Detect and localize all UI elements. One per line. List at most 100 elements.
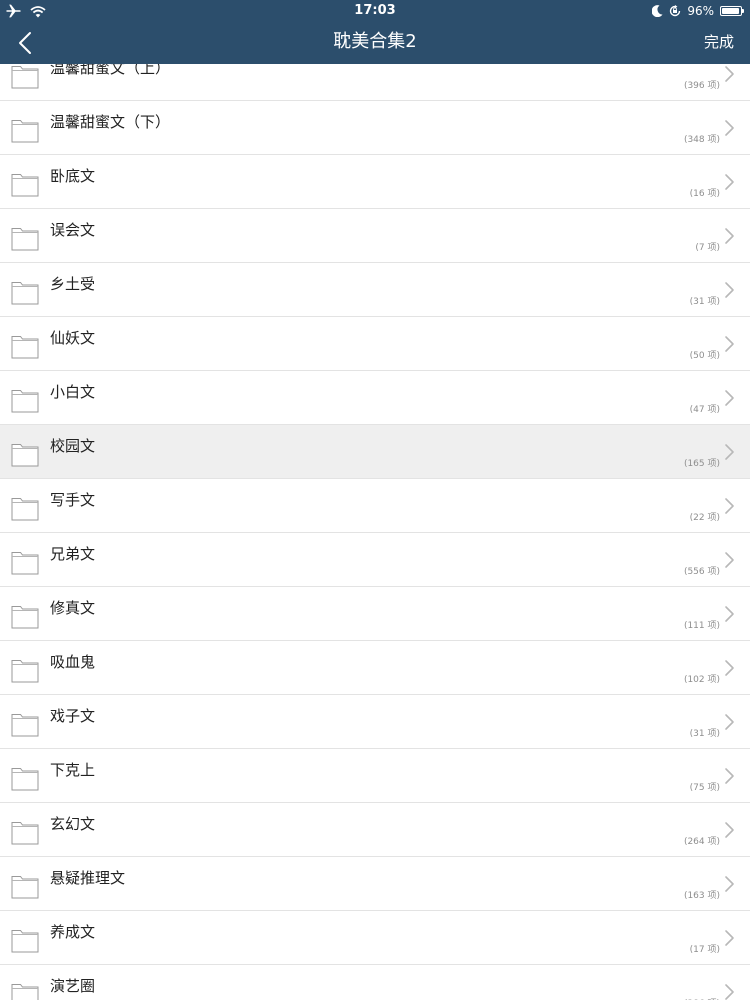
folder-row-9[interactable]: 兄弟文 (556 项): [0, 533, 750, 587]
folder-row-2[interactable]: 卧底文 (16 项): [0, 155, 750, 209]
status-time: 17:03: [354, 3, 396, 18]
page-title: 耽美合集2: [333, 31, 417, 52]
status-right: 96%: [652, 2, 744, 20]
folder-row-17[interactable]: 演艺圈 (286 项): [0, 965, 750, 1000]
chevron-right-icon: [725, 336, 734, 352]
folder-name: 修真文: [50, 599, 96, 617]
battery-percent: 96%: [687, 4, 714, 18]
chevron-right-icon: [725, 228, 734, 244]
folder-icon: [11, 984, 39, 1000]
folder-name: 兄弟文: [50, 545, 96, 563]
folder-row-10[interactable]: 修真文 (111 项): [0, 587, 750, 641]
folder-icon: [11, 606, 39, 629]
folder-icon: [11, 498, 39, 521]
folder-item-count: (47 项): [689, 405, 720, 415]
folder-name: 悬疑推理文: [50, 869, 126, 887]
folder-row-6[interactable]: 小白文 (47 项): [0, 371, 750, 425]
folder-row-1[interactable]: 温馨甜蜜文（下） (348 项): [0, 101, 750, 155]
folder-row-8[interactable]: 写手文 (22 项): [0, 479, 750, 533]
folder-row-4[interactable]: 乡土受 (31 项): [0, 263, 750, 317]
chevron-right-icon: [725, 768, 734, 784]
folder-icon: [11, 930, 39, 953]
chevron-right-icon: [725, 498, 734, 514]
moon-icon: [652, 5, 663, 17]
chevron-right-icon: [725, 282, 734, 298]
chevron-right-icon: [725, 984, 734, 1000]
folder-icon: [11, 714, 39, 737]
folder-icon: [11, 768, 39, 791]
folder-name: 小白文: [50, 383, 96, 401]
folder-item-count: (163 项): [683, 891, 720, 901]
folder-item-count: (264 项): [683, 837, 720, 847]
folder-name: 戏子文: [50, 707, 96, 725]
status-bar: 17:03 96%: [0, 0, 750, 22]
chevron-right-icon: [725, 66, 734, 82]
chevron-right-icon: [725, 822, 734, 838]
folder-row-16[interactable]: 养成文 (17 项): [0, 911, 750, 965]
folder-item-count: (396 项): [683, 81, 720, 91]
folder-row-11[interactable]: 吸血鬼 (102 项): [0, 641, 750, 695]
folder-icon: [11, 228, 39, 251]
folder-icon: [11, 876, 39, 899]
chevron-right-icon: [725, 552, 734, 568]
folder-icon: [11, 336, 39, 359]
chevron-right-icon: [725, 390, 734, 406]
folder-name: 写手文: [50, 491, 96, 509]
chevron-right-icon: [725, 660, 734, 676]
folder-name: 仙妖文: [50, 329, 96, 347]
folder-item-count: (348 项): [683, 135, 720, 145]
folder-item-count: (22 项): [689, 513, 720, 523]
chevron-right-icon: [725, 444, 734, 460]
folder-name: 校园文: [50, 437, 96, 455]
chevron-right-icon: [725, 876, 734, 892]
chevron-right-icon: [725, 174, 734, 190]
folder-row-12[interactable]: 戏子文 (31 项): [0, 695, 750, 749]
folder-name: 玄幻文: [50, 815, 96, 833]
folder-item-count: (31 项): [689, 297, 720, 307]
folder-row-13[interactable]: 下克上 (75 项): [0, 749, 750, 803]
folder-row-15[interactable]: 悬疑推理文 (163 项): [0, 857, 750, 911]
folder-name: 乡土受: [50, 275, 96, 293]
folder-item-count: (17 项): [689, 945, 720, 955]
chevron-right-icon: [725, 930, 734, 946]
folder-row-3[interactable]: 误会文 (7 项): [0, 209, 750, 263]
folder-row-7[interactable]: 校园文 (165 项): [0, 425, 750, 479]
folder-icon: [11, 174, 39, 197]
folder-row-5[interactable]: 仙妖文 (50 项): [0, 317, 750, 371]
folder-name: 吸血鬼: [50, 653, 96, 671]
battery-fill: [722, 8, 740, 14]
folder-item-count: (16 项): [689, 189, 720, 199]
chevron-right-icon: [725, 120, 734, 136]
chevron-right-icon: [725, 606, 734, 622]
folder-list: 温馨甜蜜文（上） (396 项) 温馨甜蜜文（下） (348 项) 卧底文 (1…: [0, 47, 750, 1000]
folder-item-count: (7 项): [695, 243, 720, 253]
folder-name: 温馨甜蜜文（下）: [50, 113, 171, 131]
rotation-lock-icon: [670, 5, 681, 17]
folder-item-count: (165 项): [683, 459, 720, 469]
nav-bar: 耽美合集2 完成: [0, 22, 750, 64]
screen: 温馨甜蜜文（上） (396 项) 温馨甜蜜文（下） (348 项) 卧底文 (1…: [0, 0, 750, 1000]
folder-item-count: (556 项): [683, 567, 720, 577]
back-button[interactable]: [8, 26, 42, 60]
folder-name: 养成文: [50, 923, 96, 941]
folder-icon: [11, 66, 39, 89]
folder-icon: [11, 120, 39, 143]
top-bar: 17:03 96% 耽美合集2 完成: [0, 0, 750, 64]
folder-item-count: (50 项): [689, 351, 720, 361]
folder-icon: [11, 552, 39, 575]
folder-item-count: (31 项): [689, 729, 720, 739]
done-button[interactable]: 完成: [704, 22, 734, 62]
battery-icon: [720, 6, 744, 16]
chevron-left-icon: [19, 32, 31, 54]
folder-icon: [11, 444, 39, 467]
folder-name: 误会文: [50, 221, 96, 239]
folder-item-count: (111 项): [683, 621, 720, 631]
folder-icon: [11, 660, 39, 683]
folder-icon: [11, 390, 39, 413]
folder-row-14[interactable]: 玄幻文 (264 项): [0, 803, 750, 857]
folder-name: 下克上: [50, 761, 96, 779]
folder-name: 卧底文: [50, 167, 96, 185]
folder-name: 演艺圈: [50, 977, 96, 995]
chevron-right-icon: [725, 714, 734, 730]
folder-item-count: (102 项): [683, 675, 720, 685]
